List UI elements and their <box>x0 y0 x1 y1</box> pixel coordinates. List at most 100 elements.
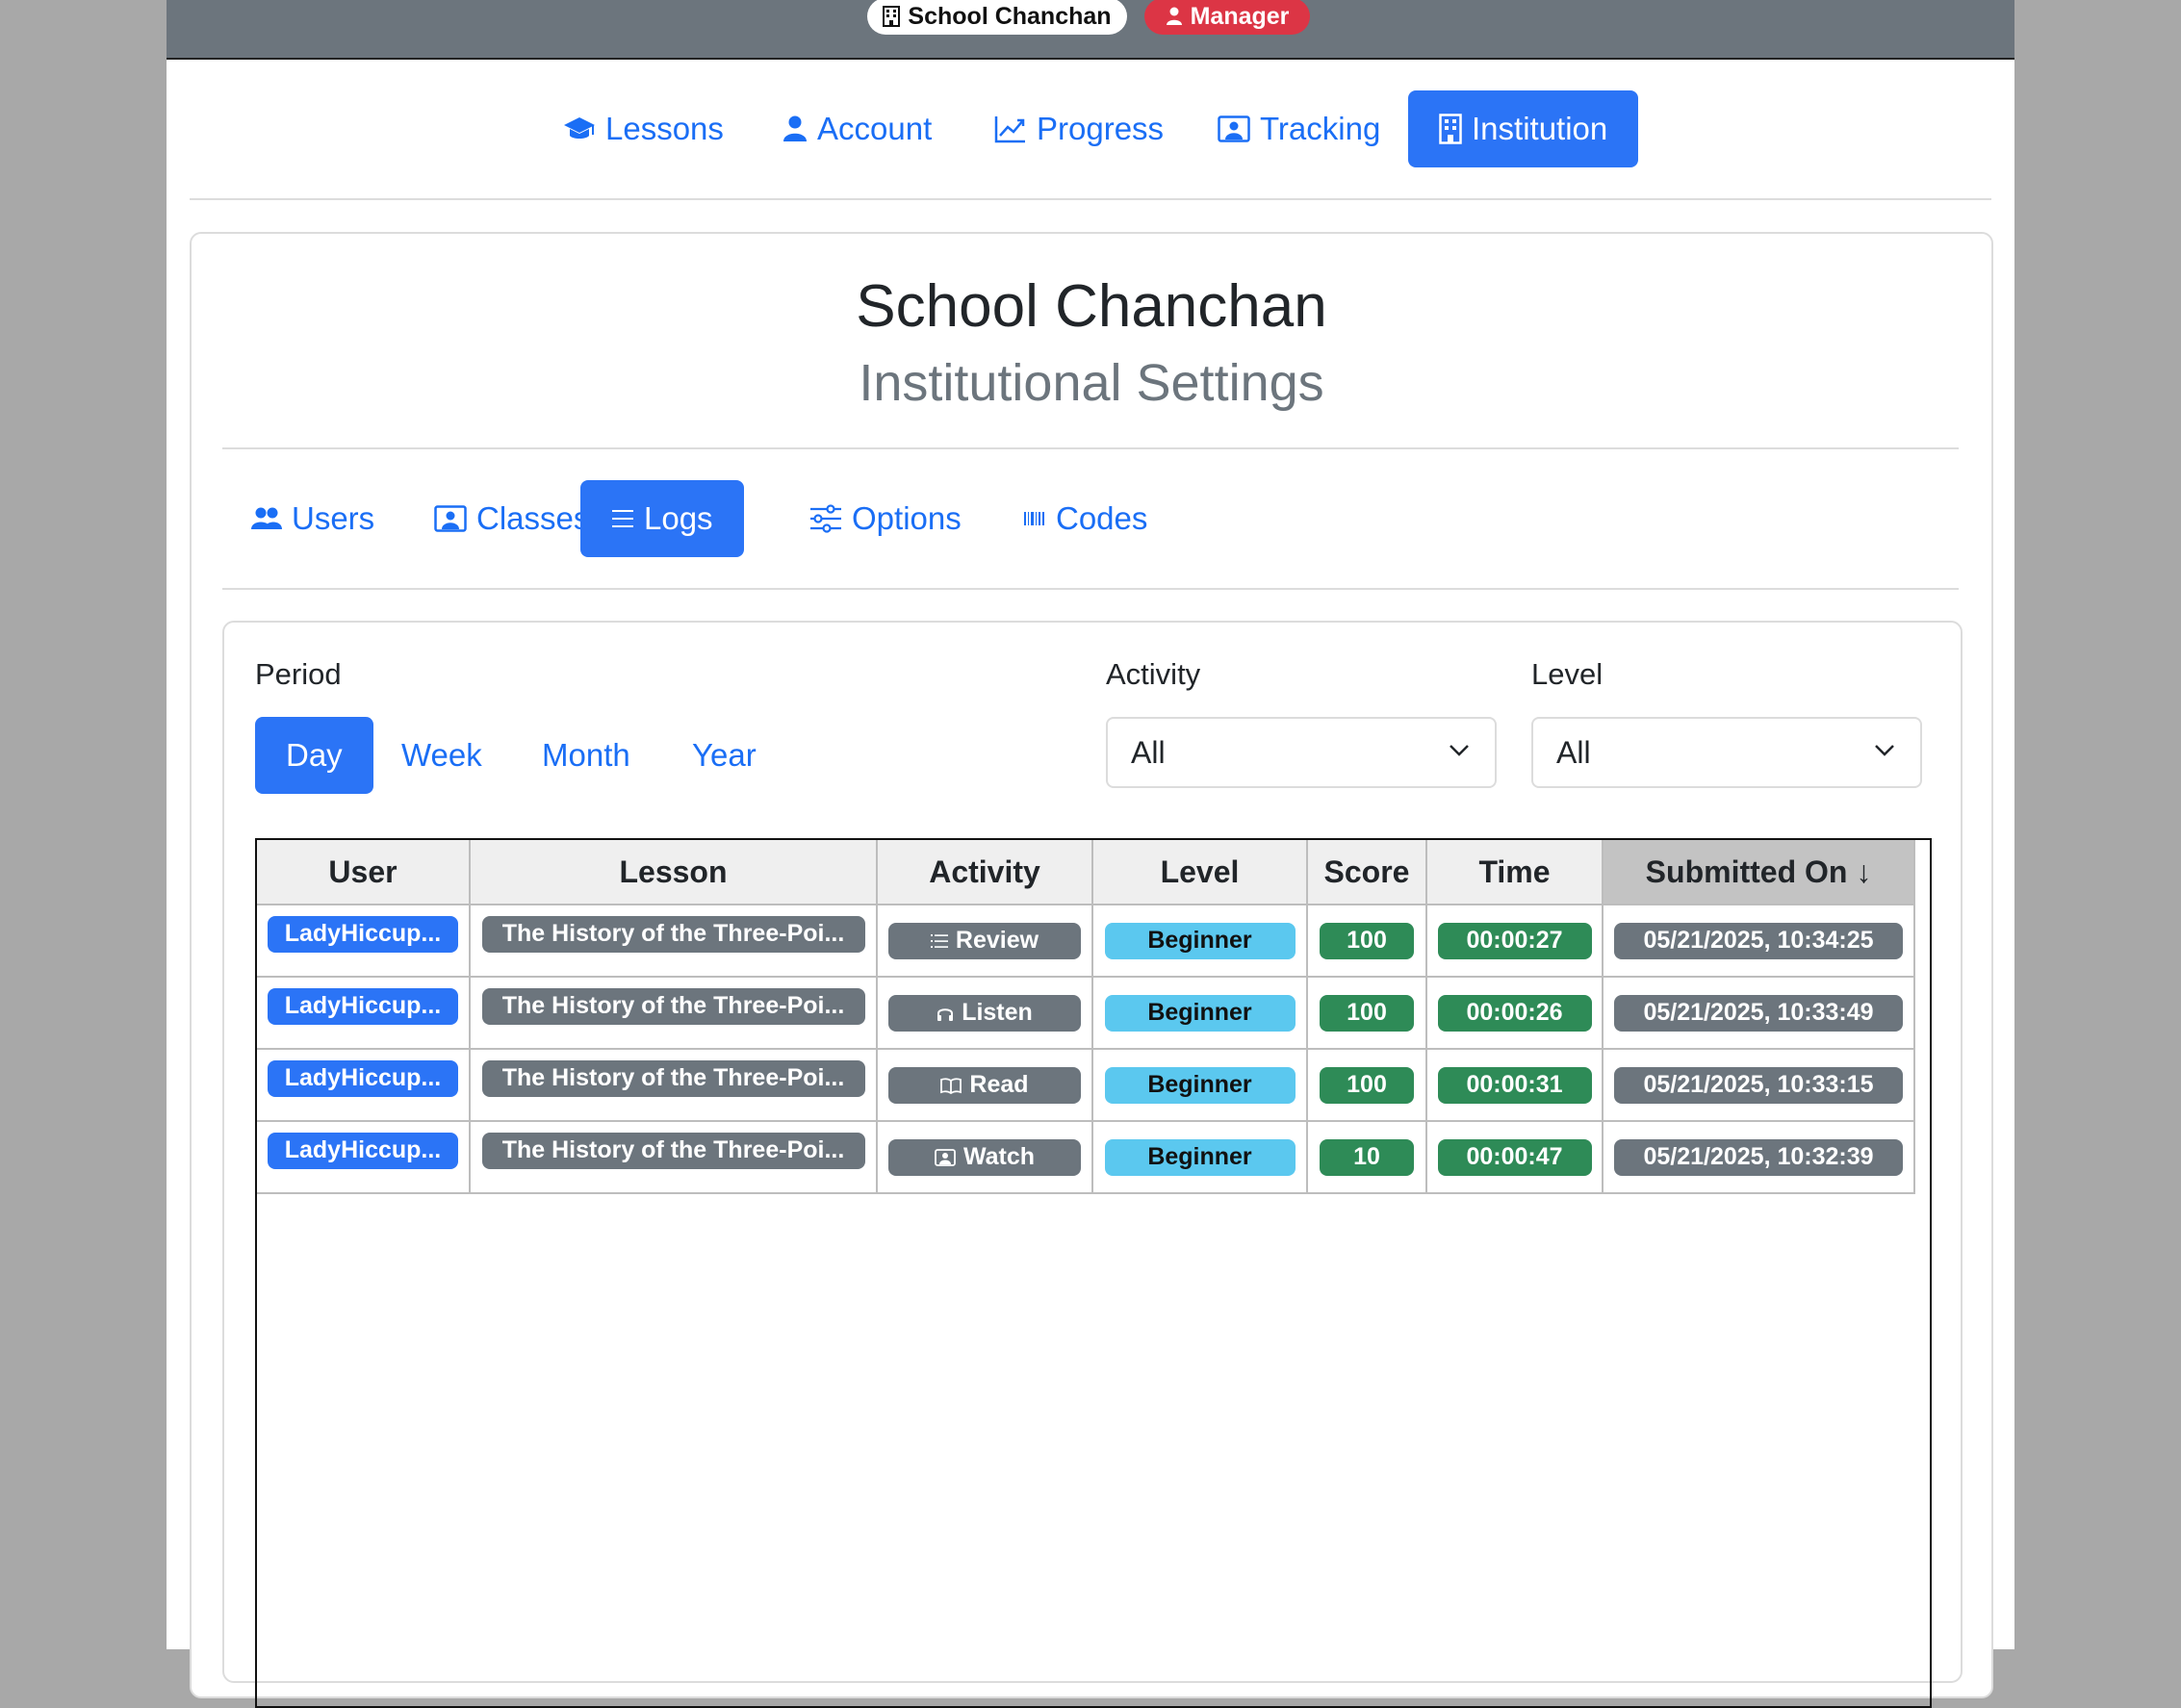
chart-line-icon <box>994 116 1025 143</box>
main-nav: Lessons Account Progress Tracking Instit… <box>167 90 2014 167</box>
logs-panel: Period Day Week Month Year Activity All … <box>222 621 1963 1708</box>
tab-users[interactable]: Users <box>251 480 374 557</box>
activity-select-value: All <box>1131 734 1166 770</box>
nav-account[interactable]: Account <box>783 90 932 167</box>
level-badge: Beginner <box>1104 922 1296 959</box>
nav-tracking-label: Tracking <box>1260 111 1381 146</box>
tab-users-label: Users <box>292 500 375 536</box>
lesson-cell: The History of the Three-Poi... <box>470 1120 878 1194</box>
list-icon <box>612 510 633 527</box>
submitted-badge: 05/21/2025, 10:32:39 <box>1614 1138 1903 1176</box>
tab-classes-label: Classes <box>476 500 590 536</box>
nav-divider <box>190 198 1991 200</box>
time-cell: 00:00:47 <box>1426 1120 1604 1194</box>
nav-lessons[interactable]: Lessons <box>563 90 724 167</box>
person-icon <box>783 115 807 141</box>
period-month-button[interactable]: Month <box>542 717 630 794</box>
top-bar: School Chanchan Manager <box>167 0 2014 60</box>
score-cell: 100 <box>1307 904 1427 977</box>
time-badge: 00:00:47 <box>1437 1138 1592 1176</box>
lesson-cell: The History of the Three-Poi... <box>470 976 878 1049</box>
school-badge[interactable]: School Chanchan <box>867 0 1127 35</box>
submitted-badge: 05/21/2025, 10:34:25 <box>1614 922 1903 959</box>
period-label: Period <box>255 657 342 691</box>
activity-badge: Read <box>888 1066 1081 1104</box>
column-header-time[interactable]: Time <box>1426 840 1604 905</box>
submitted-badge: 05/21/2025, 10:33:15 <box>1614 1066 1903 1104</box>
column-header-lesson[interactable]: Lesson <box>470 840 878 905</box>
period-week-button[interactable]: Week <box>401 717 482 794</box>
submitted-cell: 05/21/2025, 10:33:15 <box>1603 1048 1915 1121</box>
table-row[interactable]: LadyHiccup... The History of the Three-P… <box>257 976 1915 1049</box>
score-cell: 100 <box>1307 976 1427 1049</box>
tab-options[interactable]: Options <box>809 480 962 557</box>
chevron-down-icon <box>1450 745 1469 756</box>
level-select[interactable]: All <box>1531 717 1922 788</box>
subnav-divider <box>222 588 1959 590</box>
table-row[interactable]: LadyHiccup... The History of the Three-P… <box>257 904 1915 977</box>
period-year-button[interactable]: Year <box>692 717 757 794</box>
person-icon <box>1166 7 1182 25</box>
tab-logs[interactable]: Logs <box>580 480 744 557</box>
level-cell: Beginner <box>1092 1048 1308 1121</box>
table-row[interactable]: LadyHiccup... The History of the Three-P… <box>257 1120 1915 1194</box>
role-badge[interactable]: Manager <box>1144 0 1310 35</box>
lesson-badge[interactable]: The History of the Three-Poi... <box>481 1132 865 1169</box>
column-header-level[interactable]: Level <box>1092 840 1308 905</box>
table-header-row: User Lesson Activity Level Score Time Su… <box>257 840 1915 905</box>
score-badge: 100 <box>1320 994 1414 1032</box>
user-cell: LadyHiccup... <box>257 1120 471 1194</box>
tab-options-label: Options <box>852 500 962 536</box>
graduation-cap-icon <box>564 117 595 139</box>
time-badge: 00:00:27 <box>1437 922 1592 959</box>
building-icon <box>883 6 901 27</box>
barcode-icon <box>1024 512 1044 525</box>
level-badge: Beginner <box>1104 1138 1296 1176</box>
activity-select[interactable]: All <box>1106 717 1497 788</box>
score-badge: 100 <box>1320 1066 1414 1104</box>
level-cell: Beginner <box>1092 904 1308 977</box>
column-header-score[interactable]: Score <box>1307 840 1427 905</box>
activity-badge: Listen <box>888 994 1081 1032</box>
column-header-activity[interactable]: Activity <box>877 840 1093 905</box>
logs-table: User Lesson Activity Level Score Time Su… <box>257 840 1915 1194</box>
headphones-icon <box>937 1007 954 1021</box>
level-cell: Beginner <box>1092 976 1308 1049</box>
user-badge[interactable]: LadyHiccup... <box>268 1132 458 1169</box>
nav-account-label: Account <box>817 111 933 146</box>
submitted-cell: 05/21/2025, 10:33:49 <box>1603 976 1915 1049</box>
table-row[interactable]: LadyHiccup... The History of the Three-P… <box>257 1048 1915 1121</box>
column-header-submitted-on[interactable]: Submitted On ↓ <box>1603 840 1915 905</box>
building-icon <box>1439 114 1462 144</box>
score-badge: 100 <box>1320 922 1414 959</box>
tab-classes[interactable]: Classes <box>434 480 589 557</box>
nav-tracking[interactable]: Tracking <box>1218 90 1380 167</box>
nav-institution-label: Institution <box>1472 111 1608 146</box>
user-cell: LadyHiccup... <box>257 976 471 1049</box>
activity-badge: Review <box>888 922 1081 959</box>
period-day-button[interactable]: Day <box>255 717 373 794</box>
activity-text: Watch <box>962 1143 1036 1170</box>
tab-codes[interactable]: Codes <box>1023 480 1147 557</box>
header-divider <box>222 447 1959 449</box>
user-badge[interactable]: LadyHiccup... <box>268 987 458 1025</box>
nav-progress[interactable]: Progress <box>994 90 1164 167</box>
page-subtitle: Institutional Settings <box>859 354 1324 412</box>
people-icon <box>251 507 282 529</box>
tab-codes-label: Codes <box>1056 500 1148 536</box>
page: School Chanchan Manager Lessons Account … <box>167 0 2014 1708</box>
score-badge: 10 <box>1320 1138 1414 1176</box>
lesson-badge[interactable]: The History of the Three-Poi... <box>481 915 865 953</box>
activity-cell: Listen <box>877 976 1093 1049</box>
lesson-badge[interactable]: The History of the Three-Poi... <box>481 1059 865 1097</box>
column-header-user[interactable]: User <box>257 840 471 905</box>
user-badge[interactable]: LadyHiccup... <box>268 1059 458 1097</box>
lesson-badge[interactable]: The History of the Three-Poi... <box>481 987 865 1025</box>
user-badge[interactable]: LadyHiccup... <box>268 915 458 953</box>
settings-card: School Chanchan Institutional Settings U… <box>190 232 1993 1708</box>
nav-institution[interactable]: Institution <box>1408 90 1639 167</box>
time-badge: 00:00:26 <box>1437 994 1592 1032</box>
activity-text: Read <box>969 1071 1029 1098</box>
nav-lessons-label: Lessons <box>605 111 724 146</box>
submitted-cell: 05/21/2025, 10:32:39 <box>1603 1120 1915 1194</box>
